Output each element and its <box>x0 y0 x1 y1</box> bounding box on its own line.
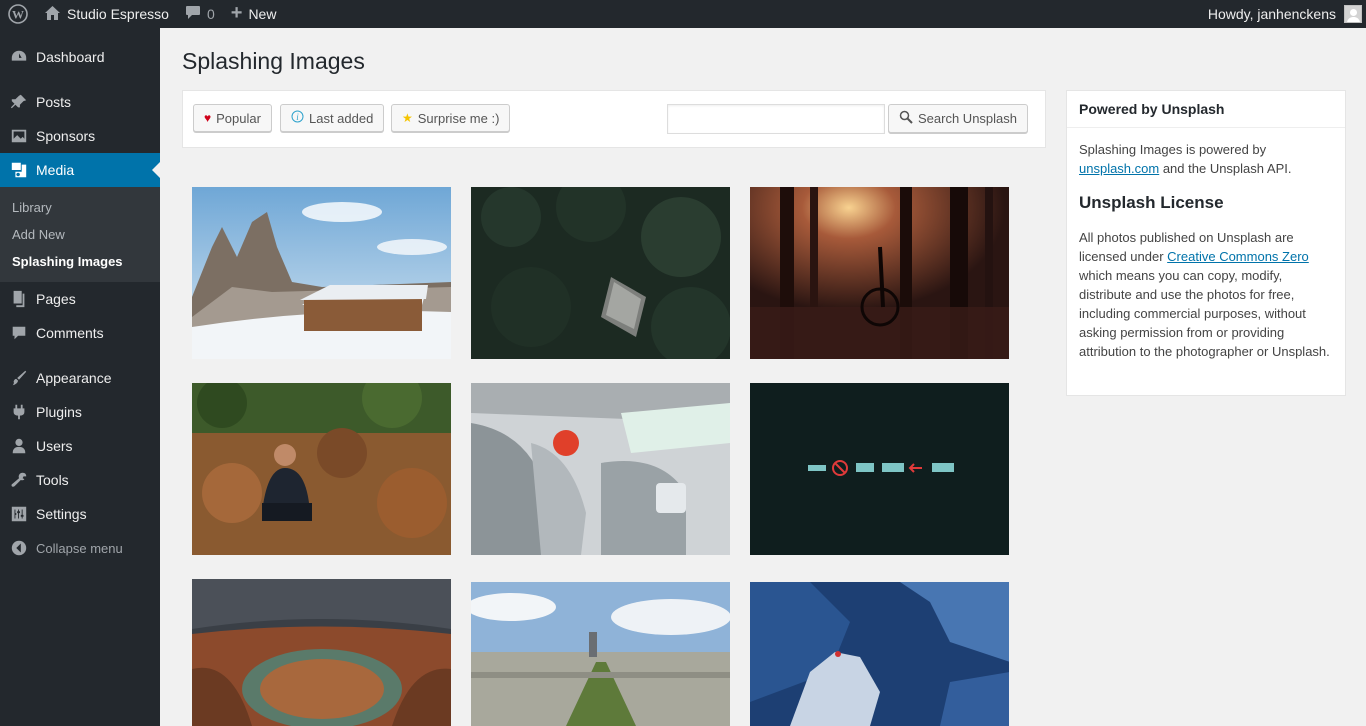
sidebar-item-tools[interactable]: Tools <box>0 463 160 497</box>
user-icon <box>10 437 28 455</box>
popular-button[interactable]: ♥ Popular <box>193 104 272 132</box>
sidebar-item-label: Sponsors <box>36 128 96 144</box>
photo-thumbnail-mountain-cabin[interactable] <box>192 187 451 359</box>
submenu-item-splashing-images[interactable]: Splashing Images <box>0 248 160 275</box>
submenu-item-library[interactable]: Library <box>0 194 160 221</box>
collapse-arrow-icon <box>10 539 28 557</box>
search-icon <box>899 110 913 127</box>
svg-text:W: W <box>12 8 24 22</box>
license-heading: Unsplash License <box>1079 193 1224 212</box>
avatar <box>1344 5 1362 23</box>
settings-icon <box>10 505 28 523</box>
sidebar-item-plugins[interactable]: Plugins <box>0 395 160 429</box>
photo-thumbnail-horseshoe-bend[interactable] <box>192 579 451 726</box>
intro-text-after: and the Unsplash API. <box>1159 161 1292 176</box>
sidebar-item-label: Tools <box>36 472 69 488</box>
sidebar-item-label: Users <box>36 438 73 454</box>
sidebar-item-pages[interactable]: Pages <box>0 282 160 316</box>
site-name: Studio Espresso <box>67 6 169 22</box>
admin-sidebar: Dashboard Posts Sponsors Media Library A… <box>0 28 160 726</box>
media-icon <box>10 161 28 179</box>
photo-thumbnail-aircraft-signs[interactable] <box>750 383 1009 555</box>
widget-title: Powered by Unsplash <box>1067 91 1345 128</box>
sidebar-item-label: Pages <box>36 291 76 307</box>
sidebar-item-dashboard[interactable]: Dashboard <box>0 40 160 74</box>
unsplash-info-widget: Powered by Unsplash Splashing Images is … <box>1066 90 1346 396</box>
sidebar-item-comments[interactable]: Comments <box>0 316 160 350</box>
pin-icon <box>10 93 28 111</box>
unsplash-link[interactable]: unsplash.com <box>1079 161 1159 176</box>
comment-bubble-icon <box>185 5 201 23</box>
search-unsplash-button[interactable]: Search Unsplash <box>888 104 1028 133</box>
plugin-icon <box>10 403 28 421</box>
plus-icon: + <box>230 1 243 24</box>
new-content-link[interactable]: + New <box>223 0 285 28</box>
howdy-text: Howdy, janhenckens <box>1207 6 1336 22</box>
license-text: All photos published on Unsplash are lic… <box>1079 228 1333 361</box>
image-toolbar: ♥ Popular i Last added ★ Surprise me :) … <box>182 90 1046 148</box>
last-added-label: Last added <box>309 110 374 126</box>
license-text-after: which means you can copy, modify, distri… <box>1079 268 1330 359</box>
my-account-link[interactable]: Howdy, janhenckens <box>1200 0 1366 28</box>
dashboard-icon <box>10 48 28 66</box>
sidebar-item-media[interactable]: Media <box>0 153 160 187</box>
photo-thumbnail-forest-bicycle[interactable] <box>750 187 1009 359</box>
admin-bar: W Studio Espresso 0 + New Howdy, janhenc… <box>0 0 1366 28</box>
surprise-label: Surprise me :) <box>417 110 500 126</box>
sidebar-item-settings[interactable]: Settings <box>0 497 160 531</box>
sidebar-item-label: Comments <box>36 325 104 341</box>
wrench-icon <box>10 471 28 489</box>
brush-icon <box>10 369 28 387</box>
comments-count: 0 <box>206 6 215 22</box>
intro-text-before: Splashing Images is powered by <box>1079 142 1267 157</box>
image-icon <box>10 127 28 145</box>
sidebar-item-appearance[interactable]: Appearance <box>0 361 160 395</box>
last-added-button[interactable]: i Last added <box>280 104 385 132</box>
heart-icon: ♥ <box>204 111 212 125</box>
sidebar-item-label: Settings <box>36 506 87 522</box>
media-submenu: Library Add New Splashing Images <box>0 187 160 282</box>
photo-thumbnail-man-in-field[interactable] <box>192 383 451 555</box>
sidebar-item-label: Posts <box>36 94 72 110</box>
wordpress-logo-icon[interactable]: W <box>0 0 36 28</box>
new-label: New <box>248 6 277 22</box>
sidebar-item-posts[interactable]: Posts <box>0 85 160 119</box>
sidebar-item-label: Dashboard <box>36 49 105 65</box>
collapse-menu-button[interactable]: Collapse menu <box>0 531 160 565</box>
sidebar-item-sponsors[interactable]: Sponsors <box>0 119 160 153</box>
home-icon <box>44 5 61 24</box>
surprise-button[interactable]: ★ Surprise me :) <box>391 104 511 132</box>
photo-thumbnail-airplane-cabin[interactable] <box>471 383 730 555</box>
photo-thumbnail-snowy-mountain[interactable] <box>750 582 1009 726</box>
info-icon: i <box>291 110 304 126</box>
submenu-item-add-new[interactable]: Add New <box>0 221 160 248</box>
search-input[interactable] <box>667 104 885 134</box>
sidebar-item-label: Appearance <box>36 370 112 386</box>
star-icon: ★ <box>402 111 413 125</box>
photo-thumbnail-forest-cabin[interactable] <box>471 187 730 359</box>
svg-text:i: i <box>296 112 299 122</box>
cc0-link[interactable]: Creative Commons Zero <box>1167 249 1309 264</box>
site-name-link[interactable]: Studio Espresso <box>36 0 177 28</box>
collapse-menu-label: Collapse menu <box>36 540 123 556</box>
comment-icon <box>10 324 28 342</box>
pages-icon <box>10 290 28 308</box>
sidebar-item-label: Plugins <box>36 404 82 420</box>
sidebar-item-users[interactable]: Users <box>0 429 160 463</box>
photo-thumbnail-paris-view[interactable] <box>471 582 730 726</box>
search-button-label: Search Unsplash <box>918 111 1017 126</box>
comments-link[interactable]: 0 <box>177 0 223 28</box>
widget-intro: Splashing Images is powered by unsplash.… <box>1079 140 1333 178</box>
sidebar-item-label: Media <box>36 162 75 178</box>
page-title: Splashing Images <box>182 48 365 74</box>
popular-label: Popular <box>216 110 261 126</box>
